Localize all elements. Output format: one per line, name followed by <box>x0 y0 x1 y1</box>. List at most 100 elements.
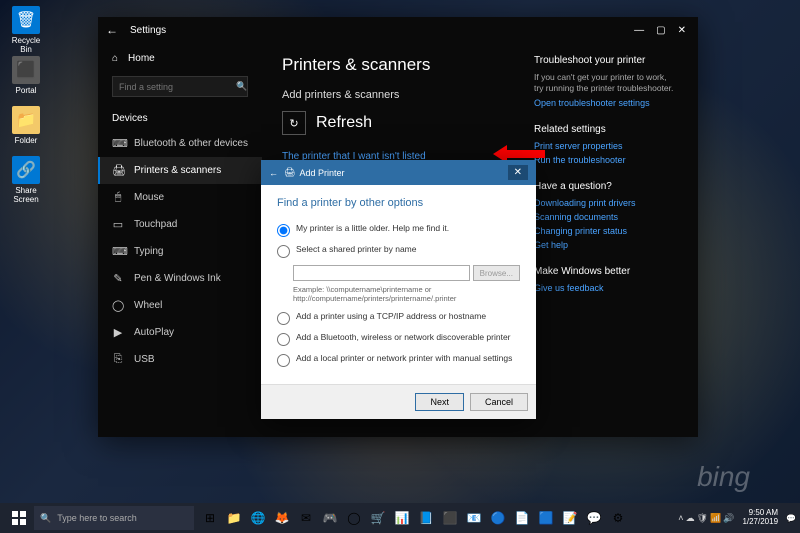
option-tcpip[interactable]: Add a printer using a TCP/IP address or … <box>277 311 520 325</box>
back-arrow-icon[interactable]: ← <box>269 168 278 178</box>
option-local[interactable]: Add a local printer or network printer w… <box>277 353 520 367</box>
troubleshoot-link[interactable]: Open troubleshooter settings <box>534 98 678 108</box>
desktop-icon-recycle[interactable]: 🗑Recycle Bin <box>6 6 46 54</box>
option-older-printer[interactable]: My printer is a little older. Help me fi… <box>277 223 520 237</box>
sidebar-item-touchpad[interactable]: ▭Touchpad <box>98 211 262 238</box>
app-icon[interactable]: 🛒 <box>366 503 390 533</box>
taskbar-apps: ⊞ 📁 🌐 🦊 ✉ 🎮 ◯ 🛒 📊 📘 ⬛ 📧 🔵 📄 🟦 📝 💬 ⚙ <box>198 503 630 533</box>
app-icon[interactable]: 📊 <box>390 503 414 533</box>
example-text: Example: \\computername\printername or h… <box>293 285 520 303</box>
autoplay-icon: ▶ <box>112 326 124 339</box>
sidebar-item-autoplay[interactable]: ▶AutoPlay <box>98 319 262 346</box>
sidebar-item-wheel[interactable]: ◯Wheel <box>98 292 262 319</box>
better-heading: Make Windows better <box>534 266 678 277</box>
minimize-button[interactable]: — <box>634 25 644 36</box>
tray-icon[interactable]: 🔊 <box>723 513 734 524</box>
tray-icon[interactable]: ☁ <box>686 513 695 524</box>
windows-icon <box>12 511 26 525</box>
mouse-icon: 🖱 <box>112 191 124 204</box>
app-icon[interactable]: 🌐 <box>246 503 270 533</box>
sidebar-item-typing[interactable]: ⌨Typing <box>98 238 262 265</box>
feedback-link[interactable]: Give us feedback <box>534 283 678 293</box>
app-icon[interactable]: 📝 <box>558 503 582 533</box>
task-view-icon[interactable]: ⊞ <box>198 503 222 533</box>
radio-shared[interactable] <box>277 245 290 258</box>
close-button[interactable]: ✕ <box>678 25 686 36</box>
shared-printer-input[interactable] <box>293 265 470 281</box>
right-column: Troubleshoot your printer If you can't g… <box>520 55 678 425</box>
app-icon[interactable]: 📄 <box>510 503 534 533</box>
app-icon[interactable]: ✉ <box>294 503 318 533</box>
question-link-4[interactable]: Get help <box>534 240 678 250</box>
troubleshoot-text: If you can't get your printer to work, t… <box>534 72 678 94</box>
pen-icon: ✎ <box>112 272 124 285</box>
app-icon[interactable]: 🦊 <box>270 503 294 533</box>
dialog-title: Add Printer <box>299 168 344 178</box>
taskbar-search[interactable]: 🔍 Type here to search <box>34 506 194 530</box>
radio-older[interactable] <box>277 224 290 237</box>
radio-local[interactable] <box>277 354 290 367</box>
question-heading: Have a question? <box>534 181 678 192</box>
add-printer-dialog: ← 🖨 Add Printer ✕ Find a printer by othe… <box>261 160 536 419</box>
radio-bluetooth[interactable] <box>277 333 290 346</box>
related-link-2[interactable]: Run the troubleshooter <box>534 155 678 165</box>
option-shared-printer[interactable]: Select a shared printer by name <box>277 244 520 258</box>
window-title: Settings <box>130 25 166 36</box>
refresh-button[interactable]: ↻ <box>282 111 306 135</box>
app-icon[interactable]: 📁 <box>222 503 246 533</box>
sidebar: ⌂ Home 🔍 Devices ⌨Bluetooth & other devi… <box>98 43 262 437</box>
app-icon[interactable]: 📧 <box>462 503 486 533</box>
sidebar-item-printers[interactable]: 🖨Printers & scanners <box>98 157 262 184</box>
sidebar-item-pen[interactable]: ✎Pen & Windows Ink <box>98 265 262 292</box>
app-icon[interactable]: ⚙ <box>606 503 630 533</box>
taskbar: 🔍 Type here to search ⊞ 📁 🌐 🦊 ✉ 🎮 ◯ 🛒 📊 … <box>0 503 800 533</box>
option-bluetooth[interactable]: Add a Bluetooth, wireless or network dis… <box>277 332 520 346</box>
back-button[interactable]: ← <box>106 23 118 37</box>
sidebar-home[interactable]: ⌂ Home <box>112 47 248 70</box>
sidebar-item-bluetooth[interactable]: ⌨Bluetooth & other devices <box>98 130 262 157</box>
page-title: Printers & scanners <box>282 55 520 75</box>
cancel-button[interactable]: Cancel <box>470 393 528 411</box>
watermark: bing <box>697 461 750 493</box>
question-link-3[interactable]: Changing printer status <box>534 226 678 236</box>
desktop-icon-share[interactable]: 🔗Share Screen <box>6 156 46 204</box>
keyboard-icon: ⌨ <box>112 245 124 258</box>
wheel-icon: ◯ <box>112 299 124 312</box>
app-icon[interactable]: ⬛ <box>438 503 462 533</box>
dialog-heading: Find a printer by other options <box>277 197 520 209</box>
tray-icon[interactable]: 🛡 <box>697 513 708 524</box>
app-icon[interactable]: 💬 <box>582 503 606 533</box>
refresh-label: Refresh <box>316 114 372 132</box>
app-icon[interactable]: 🎮 <box>318 503 342 533</box>
refresh-icon: ↻ <box>289 117 298 130</box>
question-link-1[interactable]: Downloading print drivers <box>534 198 678 208</box>
search-icon: 🔍 <box>236 81 247 92</box>
related-link-1[interactable]: Print server properties <box>534 141 678 151</box>
tray-icon[interactable]: ˄ <box>678 513 683 524</box>
printer-icon: 🖨 <box>284 167 295 178</box>
sidebar-item-mouse[interactable]: 🖱Mouse <box>98 184 262 211</box>
app-icon[interactable]: 🟦 <box>534 503 558 533</box>
related-heading: Related settings <box>534 124 678 135</box>
dialog-close-button[interactable]: ✕ <box>508 165 528 180</box>
notifications-icon[interactable]: 💬 <box>786 514 796 523</box>
desktop-icon-folder[interactable]: 📁Folder <box>6 106 46 145</box>
home-icon: ⌂ <box>112 53 118 64</box>
search-input[interactable] <box>119 82 236 92</box>
sidebar-search[interactable]: 🔍 <box>112 76 248 97</box>
app-icon[interactable]: ◯ <box>342 503 366 533</box>
desktop-icon-portal[interactable]: ⬛Portal <box>6 56 46 95</box>
usb-icon: ⎘ <box>112 353 124 366</box>
app-icon[interactable]: 📘 <box>414 503 438 533</box>
touchpad-icon: ▭ <box>112 218 124 231</box>
question-link-2[interactable]: Scanning documents <box>534 212 678 222</box>
sidebar-item-usb[interactable]: ⎘USB <box>98 346 262 373</box>
app-icon[interactable]: 🔵 <box>486 503 510 533</box>
browse-button[interactable]: Browse... <box>473 265 520 281</box>
radio-tcpip[interactable] <box>277 312 290 325</box>
tray-icon[interactable]: 📶 <box>710 513 721 524</box>
start-button[interactable] <box>4 503 34 533</box>
clock[interactable]: 9:50 AM 1/27/2019 <box>738 509 782 527</box>
next-button[interactable]: Next <box>415 393 464 411</box>
maximize-button[interactable]: ▢ <box>656 25 665 36</box>
